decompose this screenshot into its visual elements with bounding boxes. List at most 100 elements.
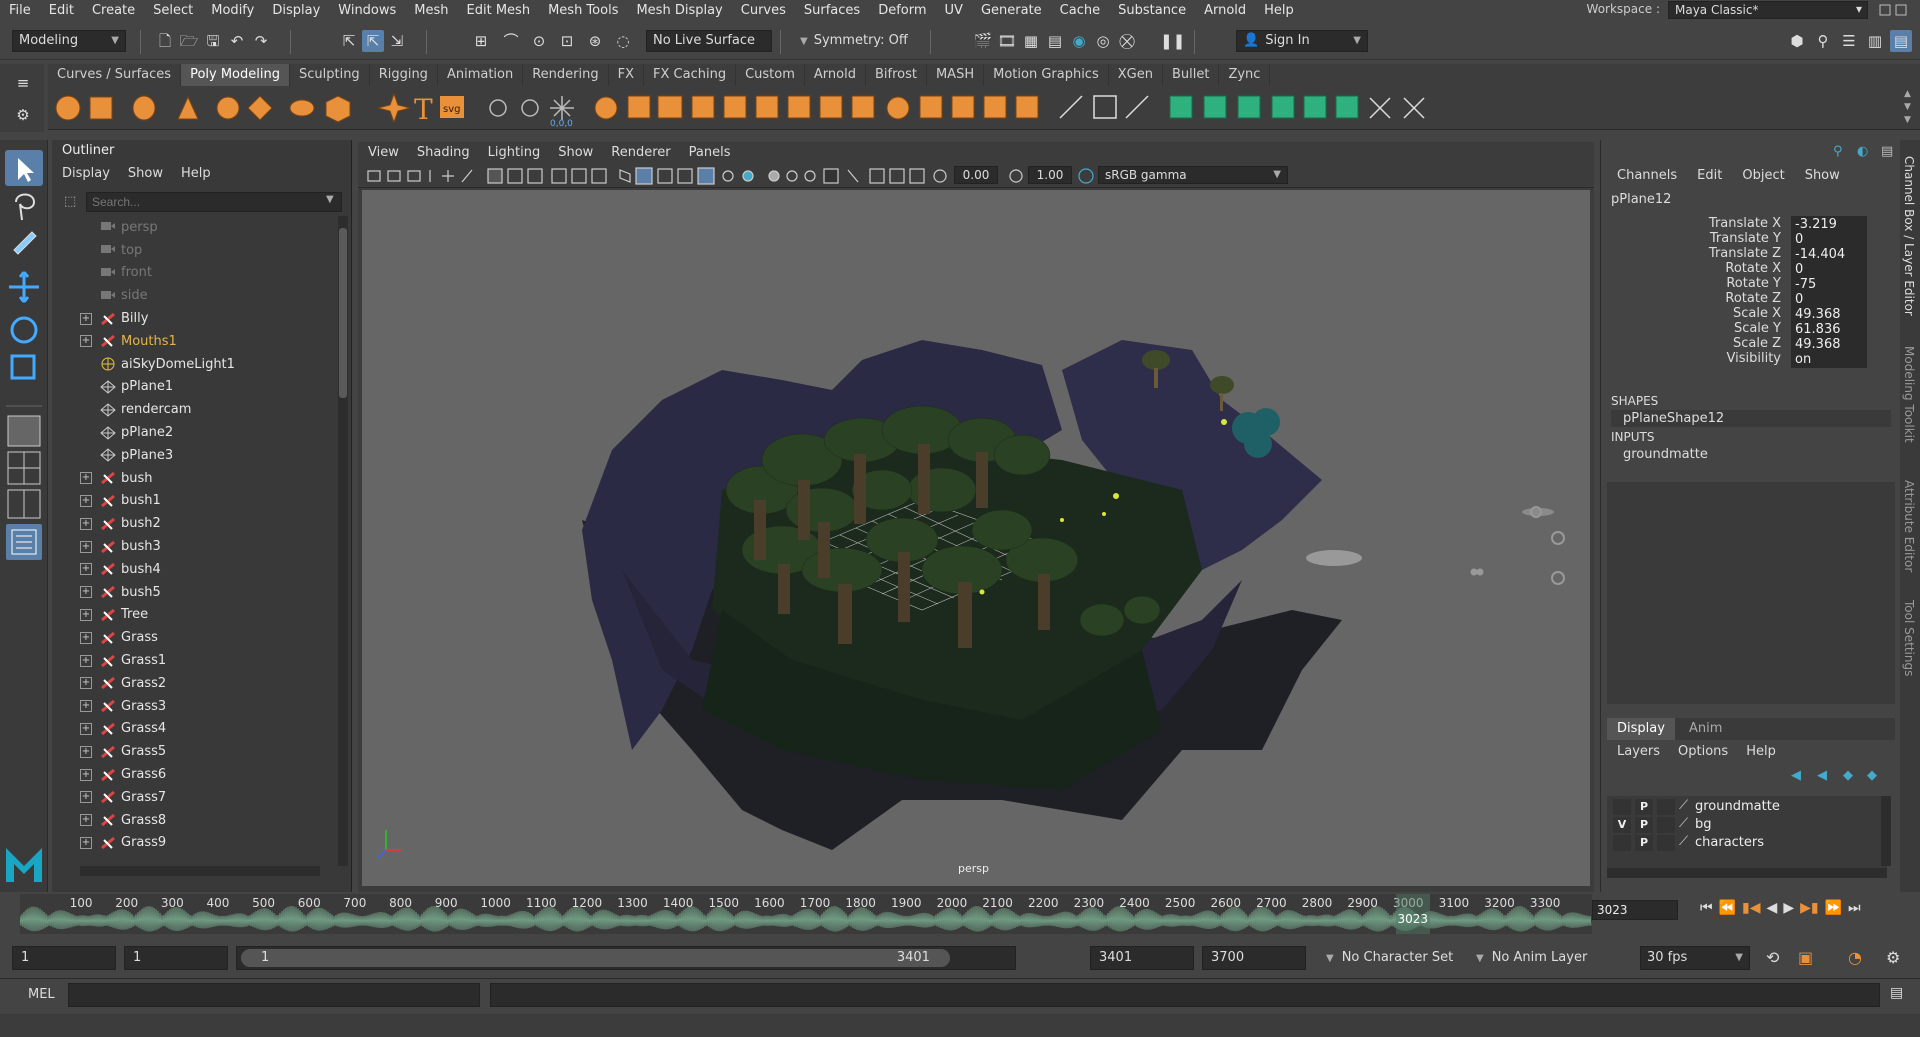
playback-speed-icon[interactable]: ◔: [1848, 948, 1862, 967]
mode-select[interactable]: Modeling ▼: [12, 30, 126, 52]
redo-icon[interactable]: ↷: [250, 30, 272, 52]
range-slider[interactable]: 1 3401: [236, 946, 1016, 970]
snap-curve-icon[interactable]: ⌒: [500, 30, 522, 52]
attribute-value[interactable]: on: [1791, 351, 1867, 368]
shelf-scroll-arrows[interactable]: ▲ ▼ ▼: [1904, 88, 1914, 128]
arnold-render-icon[interactable]: ◉: [1068, 30, 1090, 52]
expand-icon[interactable]: +: [80, 722, 92, 735]
expand-icon[interactable]: +: [80, 586, 92, 599]
outliner-item-grass4[interactable]: + Grass4: [52, 718, 336, 741]
menu-mesh-tools[interactable]: Mesh Tools: [539, 3, 627, 18]
select-hierarchy-icon[interactable]: ⇱: [338, 30, 360, 52]
tab-tool-settings[interactable]: Tool Settings: [1902, 600, 1916, 676]
gamma-field[interactable]: 1.00: [1028, 166, 1072, 184]
outliner-item-grass2[interactable]: + Grass2: [52, 672, 336, 695]
outliner-item-grass[interactable]: + Grass: [52, 626, 336, 649]
new-layer-selected-icon[interactable]: ◆: [1867, 768, 1877, 783]
outliner-item-bush2[interactable]: + bush2: [52, 512, 336, 535]
snap-grid-icon[interactable]: ⊞: [470, 30, 492, 52]
ipr-render-icon[interactable]: 🎞: [996, 30, 1018, 52]
shelf-tab-bifrost[interactable]: Bifrost: [866, 64, 927, 86]
channel-box-menu-icon[interactable]: ▤: [1881, 144, 1893, 159]
preferences-icon[interactable]: ⚙: [1886, 948, 1900, 967]
end-time-field[interactable]: 3700: [1202, 946, 1306, 970]
layer-playback-toggle[interactable]: P: [1635, 835, 1653, 851]
snap-plane-icon[interactable]: ◌: [612, 30, 634, 52]
layer-display-type-toggle[interactable]: [1657, 817, 1675, 833]
tab-channel-box[interactable]: Channel Box / Layer Editor: [1902, 156, 1916, 316]
viewport-menu-shading[interactable]: Shading: [417, 145, 470, 160]
shape-node[interactable]: pPlaneShape12: [1611, 410, 1891, 427]
open-scene-icon[interactable]: 🗁: [178, 30, 200, 52]
outliner-item-top[interactable]: top: [52, 239, 336, 262]
channel-menu-edit[interactable]: Edit: [1697, 168, 1722, 183]
play-backwards-icon[interactable]: ◀: [1767, 900, 1778, 920]
outliner-item-side[interactable]: side: [52, 284, 336, 307]
layer-menu-help[interactable]: Help: [1746, 744, 1776, 759]
expand-icon[interactable]: +: [80, 540, 92, 553]
outliner-scrollbar[interactable]: [338, 216, 348, 866]
select-object-icon[interactable]: ⇱: [362, 30, 384, 52]
expand-icon[interactable]: +: [80, 677, 92, 690]
shelf-settings-icon[interactable]: ⚙: [12, 104, 34, 126]
tab-display[interactable]: Display: [1607, 718, 1675, 740]
expand-icon[interactable]: +: [80, 494, 92, 507]
menu-deform[interactable]: Deform: [869, 3, 935, 18]
menu-arnold[interactable]: Arnold: [1195, 3, 1255, 18]
select-component-icon[interactable]: ⇲: [386, 30, 408, 52]
loop-icon[interactable]: ⟲: [1766, 948, 1779, 967]
range-slider-handle[interactable]: 1 3401: [241, 949, 950, 967]
channel-menu-show[interactable]: Show: [1805, 168, 1840, 183]
outliner-item-front[interactable]: front: [52, 262, 336, 285]
shelf-tab-mash[interactable]: MASH: [927, 64, 985, 86]
expand-icon[interactable]: +: [80, 745, 92, 758]
snap-point-icon[interactable]: ⊙: [528, 30, 550, 52]
viewport-menu-show[interactable]: Show: [558, 145, 593, 160]
shelf-tab-fx-caching[interactable]: FX Caching: [644, 64, 737, 86]
menu-mesh-display[interactable]: Mesh Display: [627, 3, 731, 18]
layer-playback-toggle[interactable]: P: [1635, 799, 1653, 815]
menu-mesh[interactable]: Mesh: [405, 3, 457, 18]
expand-icon[interactable]: +: [80, 654, 92, 667]
shelf-tab-xgen[interactable]: XGen: [1109, 64, 1163, 86]
menu-create[interactable]: Create: [83, 3, 144, 18]
outliner-menu-display[interactable]: Display: [62, 166, 110, 181]
outliner-menu-show[interactable]: Show: [128, 166, 163, 181]
step-forward-frame-icon[interactable]: ▶▮: [1800, 900, 1818, 920]
playback-start-field[interactable]: 1: [124, 946, 228, 970]
live-surface-field[interactable]: No Live Surface: [646, 30, 772, 52]
menu-substance[interactable]: Substance: [1109, 3, 1195, 18]
current-frame-field[interactable]: 3023: [1592, 900, 1678, 920]
channel-box-toggle-icon[interactable]: ⚲: [1833, 144, 1843, 159]
shelf-tab-zync[interactable]: Zync: [1219, 64, 1271, 86]
render-frame-icon[interactable]: 🎬: [972, 30, 994, 52]
expand-icon[interactable]: +: [80, 312, 92, 325]
menu-modify[interactable]: Modify: [202, 3, 263, 18]
menu-edit-mesh[interactable]: Edit Mesh: [458, 3, 540, 18]
tab-modeling-toolkit[interactable]: Modeling Toolkit: [1902, 346, 1916, 443]
menu-uv[interactable]: UV: [936, 3, 972, 18]
tab-attribute-editor[interactable]: Attribute Editor: [1902, 480, 1916, 572]
outliner-item-mouths1[interactable]: + Mouths1: [52, 330, 336, 353]
start-time-field[interactable]: 1: [12, 946, 116, 970]
expand-icon[interactable]: +: [80, 563, 92, 576]
play-forwards-icon[interactable]: ▶: [1783, 900, 1794, 920]
shelf-tab-fx[interactable]: FX: [609, 64, 645, 86]
outliner-item-pplane3[interactable]: pPlane3: [52, 444, 336, 467]
outliner-item-bush1[interactable]: + bush1: [52, 490, 336, 513]
channel-menu-channels[interactable]: Channels: [1617, 168, 1677, 183]
step-forward-key-icon[interactable]: ⏩: [1825, 900, 1842, 920]
modeling-toolkit-icon[interactable]: ⬢: [1786, 30, 1808, 52]
outliner-horizontal-scrollbar[interactable]: [80, 866, 320, 876]
outliner-item-grass9[interactable]: + Grass9: [52, 832, 336, 855]
menu-surfaces[interactable]: Surfaces: [795, 3, 869, 18]
menu-generate[interactable]: Generate: [972, 3, 1051, 18]
outliner-item-grass1[interactable]: + Grass1: [52, 649, 336, 672]
color-space-select[interactable]: sRGB gamma ▼: [1098, 166, 1288, 184]
menu-curves[interactable]: Curves: [732, 3, 795, 18]
expand-icon[interactable]: +: [80, 791, 92, 804]
expand-icon[interactable]: +: [80, 768, 92, 781]
new-layer-icon[interactable]: ◆: [1843, 768, 1853, 783]
exposure-field[interactable]: 0.00: [954, 166, 998, 184]
hypershade-icon[interactable]: ▤: [1044, 30, 1066, 52]
